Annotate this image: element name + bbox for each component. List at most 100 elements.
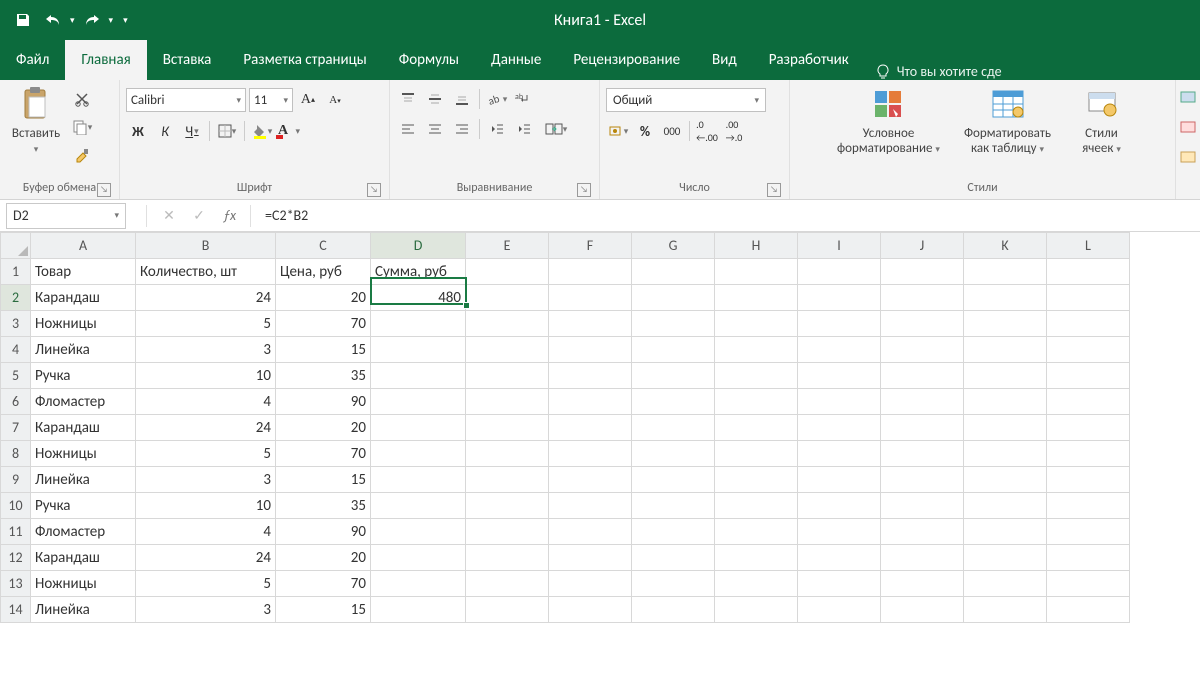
row-header-9[interactable]: 9 [1,467,31,493]
cell-K2[interactable] [964,285,1047,311]
cell-A11[interactable]: Фломастер [31,519,136,545]
underline-button[interactable]: Ч▾ [180,120,204,142]
cell-G12[interactable] [632,545,715,571]
cell-E1[interactable] [466,259,549,285]
cell-E3[interactable] [466,311,549,337]
row-header-3[interactable]: 3 [1,311,31,337]
cell-I10[interactable] [798,493,881,519]
cell-J1[interactable] [881,259,964,285]
cell-C12[interactable]: 20 [276,545,371,571]
cell-L10[interactable] [1047,493,1130,519]
cell-C7[interactable]: 20 [276,415,371,441]
cell-K7[interactable] [964,415,1047,441]
increase-indent-button[interactable] [512,118,536,140]
align-center-button[interactable] [423,118,447,140]
clipboard-dialog-launcher[interactable]: ↘ [97,183,111,197]
cell-K14[interactable] [964,597,1047,623]
cell-L14[interactable] [1047,597,1130,623]
cell-H6[interactable] [715,389,798,415]
align-left-button[interactable] [396,118,420,140]
cell-H14[interactable] [715,597,798,623]
cell-D7[interactable] [371,415,466,441]
bold-button[interactable]: Ж [126,120,150,142]
cell-H1[interactable] [715,259,798,285]
cell-E11[interactable] [466,519,549,545]
col-header-G[interactable]: G [632,233,715,259]
cell-D3[interactable] [371,311,466,337]
cell-K3[interactable] [964,311,1047,337]
cell-B3[interactable]: 5 [136,311,276,337]
row-header-12[interactable]: 12 [1,545,31,571]
cell-I8[interactable] [798,441,881,467]
decrease-indent-button[interactable] [485,118,509,140]
cell-F4[interactable] [549,337,632,363]
cell-L8[interactable] [1047,441,1130,467]
cell-E14[interactable] [466,597,549,623]
cell-I3[interactable] [798,311,881,337]
cell-G9[interactable] [632,467,715,493]
cell-B7[interactable]: 24 [136,415,276,441]
cell-F13[interactable] [549,571,632,597]
cell-J12[interactable] [881,545,964,571]
cell-A2[interactable]: Карандаш [31,285,136,311]
col-header-E[interactable]: E [466,233,549,259]
col-header-K[interactable]: K [964,233,1047,259]
cell-G14[interactable] [632,597,715,623]
cell-I11[interactable] [798,519,881,545]
cell-E2[interactable] [466,285,549,311]
formula-input[interactable]: =C2*B2 [257,207,1200,224]
cell-F9[interactable] [549,467,632,493]
cell-A14[interactable]: Линейка [31,597,136,623]
worksheet-grid[interactable]: ABCDEFGHIJKL1ТоварКоличество, штЦена, ру… [0,232,1130,623]
cell-A9[interactable]: Линейка [31,467,136,493]
cell-H9[interactable] [715,467,798,493]
cell-C5[interactable]: 35 [276,363,371,389]
cell-G1[interactable] [632,259,715,285]
tab-разметка страницы[interactable]: Разметка страницы [227,40,382,80]
cell-L5[interactable] [1047,363,1130,389]
cell-F10[interactable] [549,493,632,519]
cell-I2[interactable] [798,285,881,311]
col-header-I[interactable]: I [798,233,881,259]
cell-H5[interactable] [715,363,798,389]
cell-G8[interactable] [632,441,715,467]
cell-H8[interactable] [715,441,798,467]
cancel-formula-button[interactable]: ✕ [155,204,183,228]
tab-рецензирование[interactable]: Рецензирование [557,40,696,80]
cell-G5[interactable] [632,363,715,389]
cell-A8[interactable]: Ножницы [31,441,136,467]
align-bottom-button[interactable] [450,88,474,110]
cell-G7[interactable] [632,415,715,441]
undo-button[interactable] [40,6,66,34]
cell-A5[interactable]: Ручка [31,363,136,389]
cell-I7[interactable] [798,415,881,441]
cell-C1[interactable]: Цена, руб [276,259,371,285]
cell-A6[interactable]: Фломастер [31,389,136,415]
cell-E13[interactable] [466,571,549,597]
cell-J7[interactable] [881,415,964,441]
cell-H10[interactable] [715,493,798,519]
cell-H13[interactable] [715,571,798,597]
cell-K1[interactable] [964,259,1047,285]
delete-cells-overflow[interactable] [1176,116,1200,138]
tab-разработчик[interactable]: Разработчик [753,40,865,80]
row-header-14[interactable]: 14 [1,597,31,623]
cell-F11[interactable] [549,519,632,545]
cell-H2[interactable] [715,285,798,311]
cell-L1[interactable] [1047,259,1130,285]
row-header-8[interactable]: 8 [1,441,31,467]
cell-K12[interactable] [964,545,1047,571]
merge-button[interactable]: ▾ [539,118,573,140]
col-header-D[interactable]: D [371,233,466,259]
undo-dropdown[interactable]: ▾ [70,15,75,26]
cell-J14[interactable] [881,597,964,623]
cell-B14[interactable]: 3 [136,597,276,623]
row-header-1[interactable]: 1 [1,259,31,285]
cell-H11[interactable] [715,519,798,545]
cell-K4[interactable] [964,337,1047,363]
shrink-font-button[interactable]: A▾ [323,89,347,111]
worksheet-area[interactable]: ABCDEFGHIJKL1ТоварКоличество, штЦена, ру… [0,232,1200,675]
cell-F14[interactable] [549,597,632,623]
cell-J8[interactable] [881,441,964,467]
percent-format-button[interactable]: % [633,120,657,142]
